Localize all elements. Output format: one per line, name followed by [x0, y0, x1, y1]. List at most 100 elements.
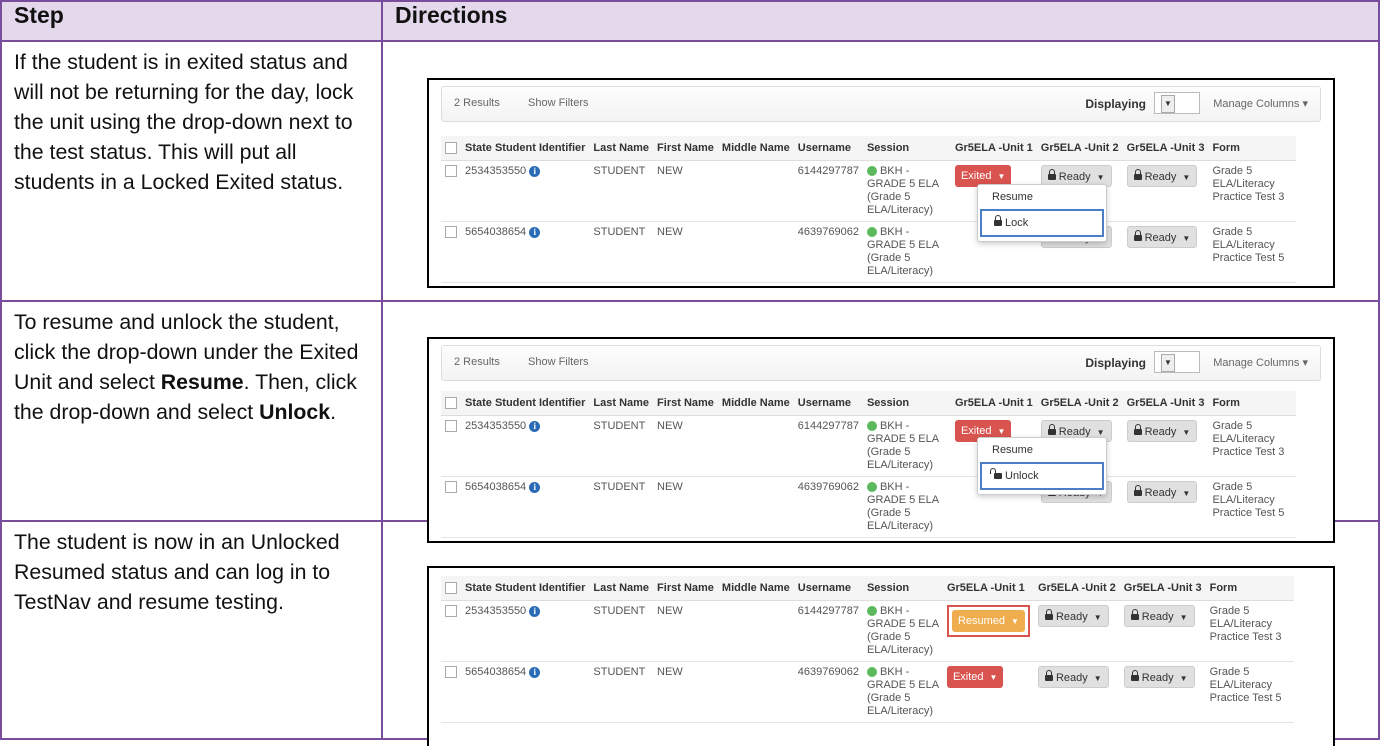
last-name: STUDENT [589, 415, 654, 477]
first-name: NEW [653, 221, 718, 283]
unit2-status-button[interactable]: Ready▼ [1037, 605, 1109, 627]
menu-item-unlock[interactable]: Unlock [980, 462, 1104, 490]
col-header[interactable]: First Name [653, 576, 718, 601]
col-header[interactable]: Username [793, 391, 863, 416]
lock-icon [1044, 670, 1053, 682]
username: 6144297787 [793, 600, 863, 662]
col-header[interactable]: First Name [653, 136, 718, 161]
col-header[interactable]: Last Name [589, 391, 654, 416]
info-icon[interactable]: i [529, 226, 541, 238]
lock-icon [1130, 609, 1139, 621]
unit3-status-button[interactable]: Ready ▼ [1126, 481, 1198, 503]
menu-item-lock[interactable]: Lock [980, 209, 1104, 237]
username: 4639769062 [793, 221, 863, 283]
col-header[interactable]: State Student Identifier [461, 136, 590, 161]
col-header[interactable]: Session [862, 576, 943, 601]
username: 6144297787 [793, 160, 863, 222]
status-dot-icon [866, 421, 877, 432]
col-header[interactable]: First Name [653, 391, 718, 416]
info-icon[interactable]: i [529, 605, 541, 617]
unit3-status-button[interactable]: Ready ▼ [1126, 165, 1198, 187]
resume-keyword: Resume [160, 370, 244, 394]
col-header[interactable]: Gr5ELA -Unit 3 [1122, 136, 1209, 161]
unit3-status-button[interactable]: Ready ▼ [1123, 605, 1195, 627]
caret-down-icon: ▼ [1182, 489, 1191, 498]
col-header[interactable]: Gr5ELA -Unit 3 [1119, 576, 1206, 601]
col-header[interactable]: Username [793, 136, 863, 161]
first-name: NEW [653, 160, 718, 222]
row-checkbox[interactable] [445, 481, 457, 494]
student-id: 5654038654 [465, 666, 527, 678]
col-header[interactable]: Form [1208, 136, 1297, 161]
col-header[interactable]: Middle Name [717, 576, 794, 601]
col-header[interactable]: Gr5ELA -Unit 2 [1033, 576, 1120, 601]
row-checkbox[interactable] [445, 605, 457, 618]
students-table: State Student Identifier Last Name First… [441, 576, 1294, 723]
screenshot-lock: 2 Results Show Filters Displaying 25▼ Ma… [427, 78, 1335, 288]
lock-icon [1133, 169, 1142, 181]
caret-down-icon: ▼ [1182, 173, 1191, 182]
last-name: STUDENT [589, 476, 654, 538]
col-header[interactable]: Gr5ELA -Unit 1 [950, 391, 1037, 416]
session: BKH - GRADE 5 ELA (Grade 5 ELA/Literacy) [866, 666, 939, 717]
page-size-select[interactable]: 25▼ [1154, 92, 1200, 114]
col-header[interactable]: Last Name [589, 576, 654, 601]
show-filters-link[interactable]: Show Filters [528, 356, 589, 368]
select-all-checkbox[interactable] [445, 397, 457, 410]
col-header[interactable]: Middle Name [717, 391, 794, 416]
student-id: 5654038654 [465, 481, 527, 493]
row-checkbox[interactable] [445, 420, 457, 433]
select-all-checkbox[interactable] [445, 142, 457, 155]
first-name: NEW [653, 476, 718, 538]
form-name: Grade 5 ELA/Literacy Practice Test 5 [1208, 221, 1297, 283]
col-header[interactable]: Gr5ELA -Unit 2 [1036, 136, 1123, 161]
chevron-down-icon: ▼ [1161, 95, 1175, 113]
info-icon[interactable]: i [529, 481, 541, 493]
unit2-status-button[interactable]: Ready▼ [1037, 666, 1109, 688]
select-all-checkbox[interactable] [445, 582, 457, 595]
info-icon[interactable]: i [529, 420, 541, 432]
table-row: 5654038654 i STUDENT NEW 4639769062 BKH … [441, 221, 1297, 283]
col-header[interactable]: Middle Name [717, 136, 794, 161]
last-name: STUDENT [589, 221, 654, 283]
col-header[interactable]: State Student Identifier [461, 391, 590, 416]
unit3-status-button[interactable]: Ready ▼ [1126, 226, 1198, 248]
col-header[interactable]: Username [793, 576, 863, 601]
student-id: 5654038654 [465, 226, 527, 238]
menu-item-resume[interactable]: Resume [978, 438, 1106, 462]
menu-item-resume[interactable]: Resume [978, 185, 1106, 209]
row-checkbox[interactable] [445, 666, 457, 679]
lock-icon [1047, 169, 1056, 181]
unit3-status-button[interactable]: Ready ▼ [1123, 666, 1195, 688]
page-size-select[interactable]: 25▼ [1154, 351, 1200, 373]
caret-down-icon: ▼ [1093, 613, 1102, 622]
col-header[interactable]: Session [862, 136, 951, 161]
caret-down-icon: ▼ [1093, 674, 1102, 683]
unit1-status-button[interactable]: Exited ▼ [946, 666, 1004, 688]
col-header[interactable]: Form [1205, 576, 1294, 601]
row-checkbox[interactable] [445, 165, 457, 178]
results-toolbar: 2 Results Show Filters Displaying 25▼ Ma… [441, 86, 1321, 122]
status-dot-icon [866, 227, 877, 238]
col-header[interactable]: Session [862, 391, 951, 416]
manage-columns-menu[interactable]: Manage Columns ▾ [1213, 97, 1308, 110]
col-header[interactable]: Form [1208, 391, 1297, 416]
col-header[interactable]: Last Name [589, 136, 654, 161]
first-name: NEW [653, 600, 718, 662]
col-header[interactable]: Gr5ELA -Unit 1 [942, 576, 1034, 601]
row-checkbox[interactable] [445, 226, 457, 239]
show-filters-link[interactable]: Show Filters [528, 97, 589, 109]
session: BKH - GRADE 5 ELA (Grade 5 ELA/Literacy) [866, 420, 939, 471]
col-header[interactable]: Gr5ELA -Unit 2 [1036, 391, 1123, 416]
manage-columns-menu[interactable]: Manage Columns ▾ [1213, 356, 1308, 369]
col-header[interactable]: Gr5ELA -Unit 3 [1122, 391, 1209, 416]
unit3-status-button[interactable]: Ready ▼ [1126, 420, 1198, 442]
info-icon[interactable]: i [529, 165, 541, 177]
col-header[interactable]: State Student Identifier [461, 576, 590, 601]
displaying-label: Displaying [1085, 97, 1146, 111]
lock-icon [994, 215, 1002, 227]
info-icon[interactable]: i [529, 666, 541, 678]
unit1-status-button[interactable]: Resumed ▼ [951, 610, 1025, 632]
col-header[interactable]: Gr5ELA -Unit 1 [950, 136, 1037, 161]
unlock-icon [990, 468, 1002, 480]
